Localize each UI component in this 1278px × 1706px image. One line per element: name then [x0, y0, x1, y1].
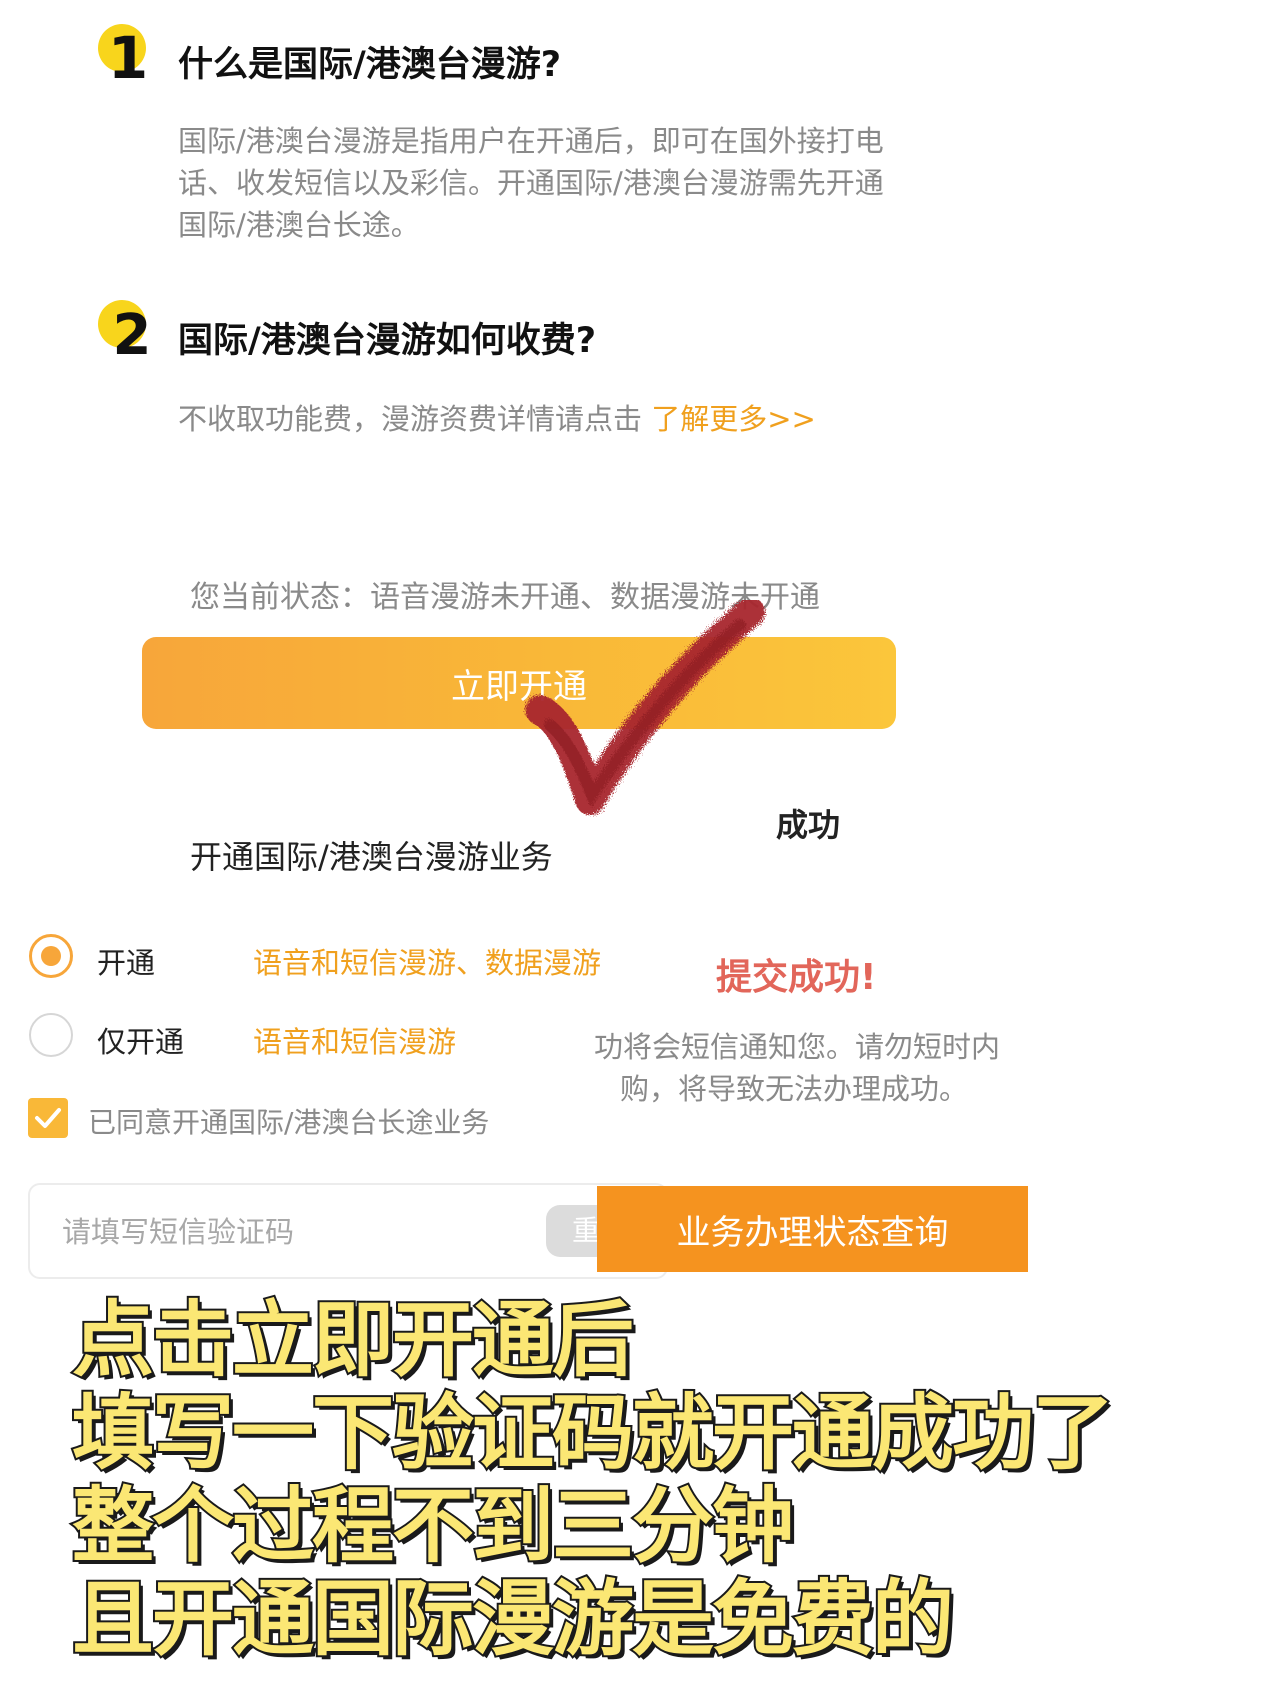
notice-line-1: 功将会短信通知您。请勿短时内	[594, 1030, 1001, 1064]
caption-line-2: 填写一下验证码就开通成功了	[70, 1386, 1116, 1481]
caption-line-3: 整个过程不到三分钟	[70, 1479, 796, 1574]
agreement-label: 已同意开通国际/港澳台长途业务	[88, 1106, 490, 1139]
status-query-label: 业务办理状态查询	[676, 1212, 949, 1253]
sms-code-input[interactable]	[60, 1205, 534, 1259]
faq-answer-1: 国际/港澳台漫游是指用户在开通后，即可在国外接打电 话、收发短信以及彩信。开通国…	[178, 120, 884, 246]
activate-now-button[interactable]: 立即开通	[142, 637, 896, 729]
number-two-badge: 2	[98, 300, 152, 364]
notice-line-2: 购，将导致无法办理成功。	[620, 1072, 969, 1106]
caption-line-1: 点击立即开通后	[70, 1293, 636, 1388]
number-one-badge: 1	[98, 24, 148, 88]
option-open-all-label: 开通	[97, 946, 156, 980]
radio-open-all[interactable]	[29, 934, 73, 978]
faq-answer-2: 不收取功能费，漫游资费详情请点击 了解更多>>	[178, 398, 816, 440]
service-name-text: 开通国际/港澳台漫游业务	[190, 838, 553, 876]
radio-open-only[interactable]	[29, 1013, 73, 1057]
faq-question-1: 什么是国际/港澳台漫游?	[178, 45, 562, 85]
option-open-only-desc: 语音和短信漫游	[253, 1025, 457, 1059]
learn-more-link[interactable]: 了解更多>>	[651, 402, 816, 436]
success-text: 成功	[776, 806, 841, 844]
checkmark-icon	[525, 600, 765, 815]
submit-success-title: 提交成功!	[716, 957, 877, 998]
option-open-all-desc: 语音和短信漫游、数据漫游	[253, 946, 602, 980]
faq-answer-1-line: 国际/港澳台长途。	[178, 208, 420, 242]
caption-line-4: 且开通国际漫游是免费的	[70, 1572, 956, 1667]
faq-number-1: 1	[108, 24, 148, 88]
faq-question-2: 国际/港澳台漫游如何收费?	[178, 321, 597, 361]
faq-answer-1-line: 话、收发短信以及彩信。开通国际/港澳台漫游需先开通	[178, 166, 884, 200]
agree-checkbox[interactable]	[28, 1098, 68, 1138]
faq-number-2: 2	[113, 303, 152, 364]
faq-answer-1-line: 国际/港澳台漫游是指用户在开通后，即可在国外接打电	[178, 124, 884, 158]
faq-answer-2-text: 不收取功能费，漫游资费详情请点击	[178, 402, 643, 436]
status-query-button[interactable]: 业务办理状态查询	[597, 1186, 1028, 1272]
option-open-only-label: 仅开通	[97, 1025, 185, 1059]
checkbox-check-icon	[35, 1108, 61, 1128]
